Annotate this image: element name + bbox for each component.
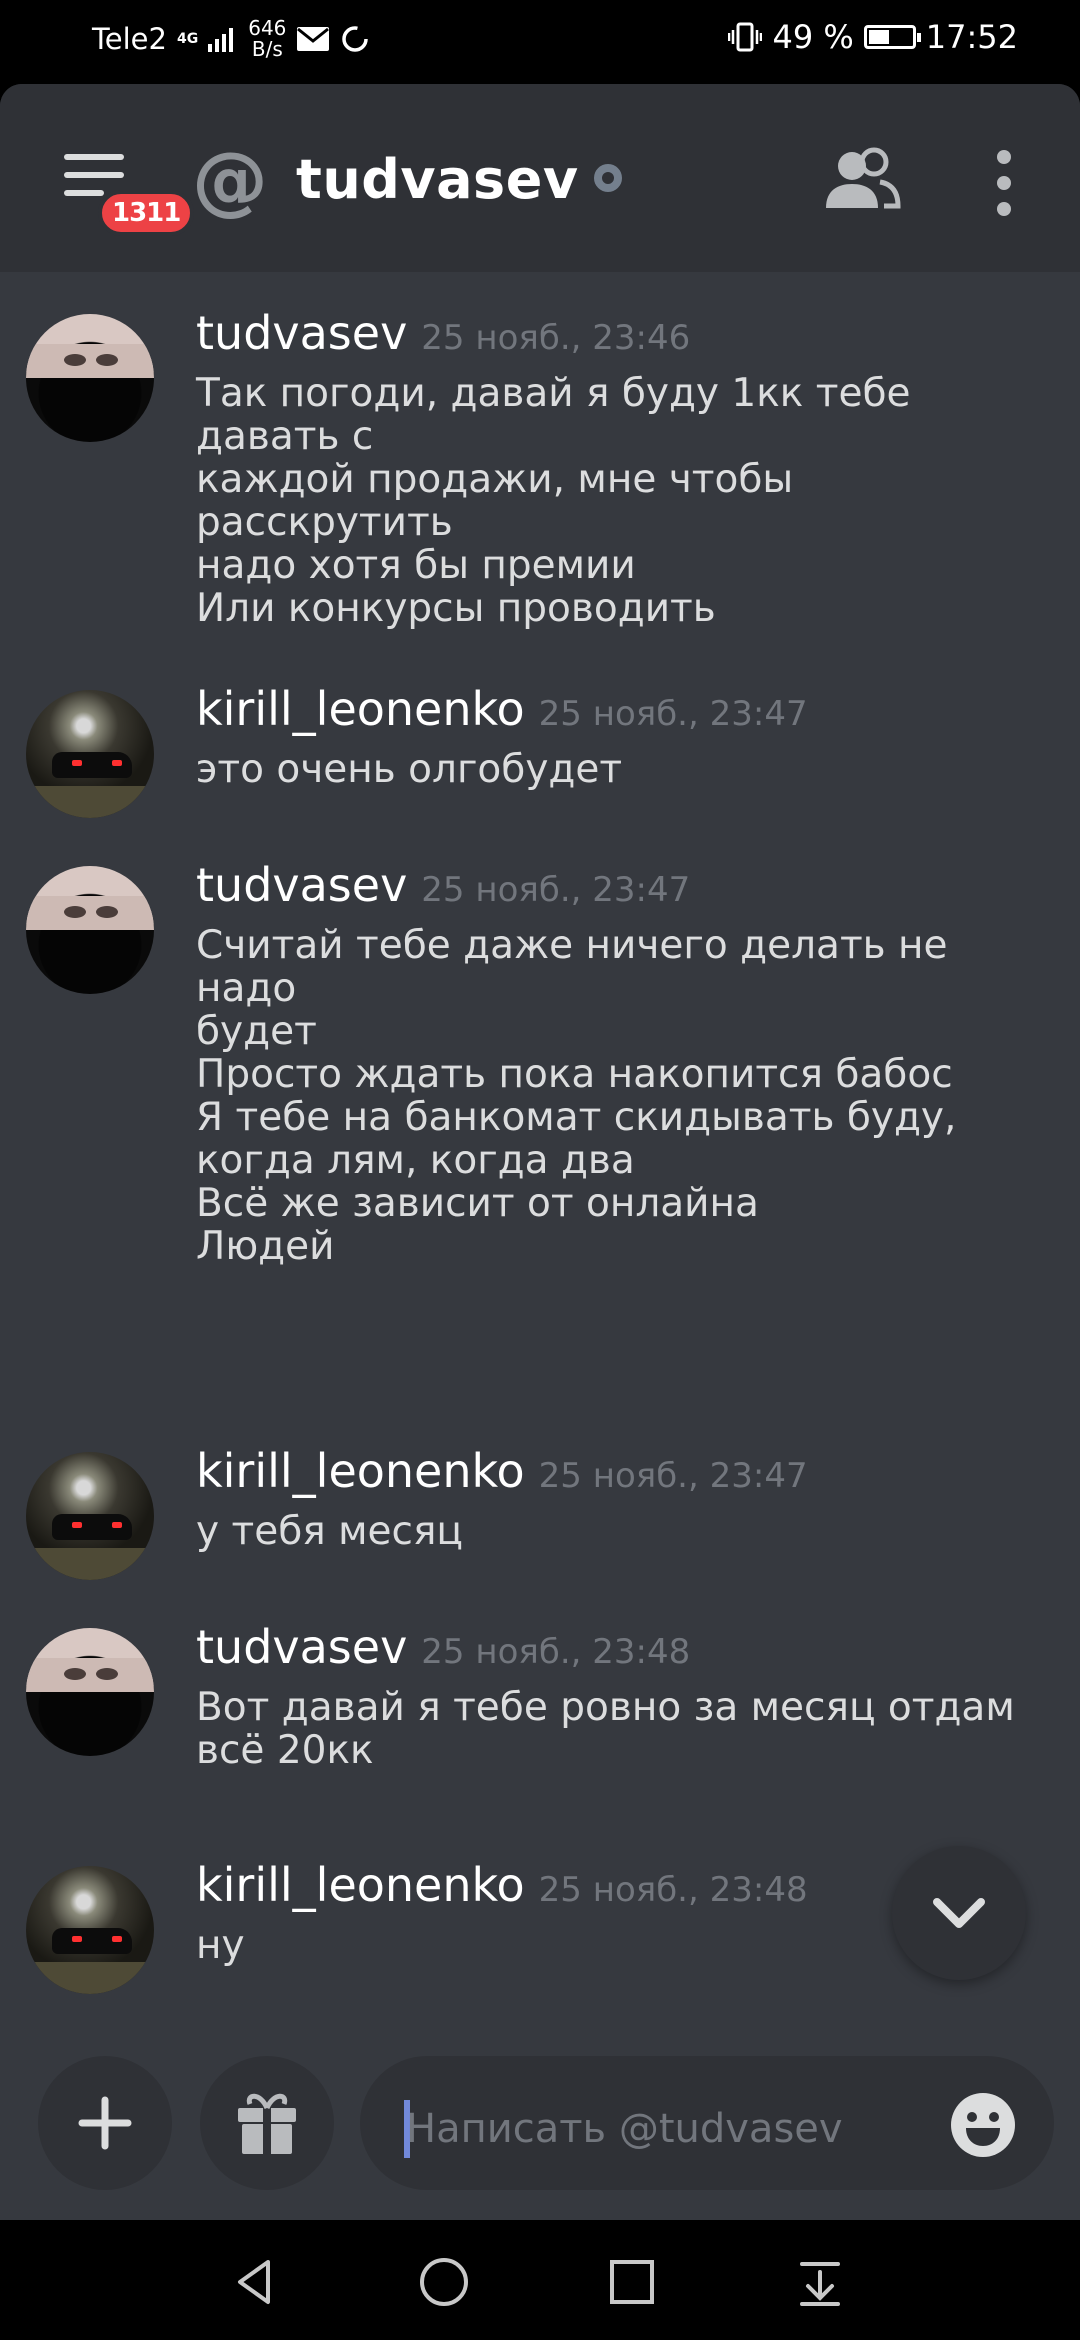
message-timestamp: 25 нояб., 23:46 bbox=[421, 318, 691, 358]
message-author[interactable]: tudvasev bbox=[196, 1620, 407, 1674]
kebab-menu-icon[interactable] bbox=[992, 150, 1016, 220]
plus-icon bbox=[78, 2096, 132, 2150]
channel-header: 1311 @ tudvasev bbox=[0, 84, 1080, 272]
message-timestamp: 25 нояб., 23:48 bbox=[538, 1870, 808, 1910]
recents-icon[interactable] bbox=[604, 2254, 660, 2310]
kebab-dot bbox=[997, 176, 1011, 190]
message-composer: Написать @tudvasev bbox=[0, 2044, 1080, 2220]
message-line: Людей bbox=[196, 1224, 335, 1269]
message-line: это очень олгобудет bbox=[196, 747, 623, 792]
menu-button[interactable]: 1311 bbox=[60, 154, 195, 236]
message-header: kirill_leonenko 25 нояб., 23:48 bbox=[196, 1858, 808, 1912]
mask-avatar[interactable] bbox=[26, 866, 154, 994]
message-content: Считай тебе даже ничего делать не надо б… bbox=[196, 924, 1056, 1268]
message-line: Всё же зависит от онлайна bbox=[196, 1181, 759, 1226]
home-icon[interactable] bbox=[416, 2254, 472, 2310]
car-avatar[interactable] bbox=[26, 690, 154, 818]
message-line: Я тебе на банкомат скидывать буду, bbox=[196, 1095, 957, 1140]
hamburger-line bbox=[64, 190, 104, 196]
gift-button[interactable] bbox=[200, 2056, 334, 2190]
clock: 17:52 bbox=[925, 18, 1018, 56]
vibrate-icon bbox=[728, 22, 763, 52]
message-timestamp: 25 нояб., 23:47 bbox=[421, 870, 691, 910]
message-line: Или конкурсы проводить bbox=[196, 586, 716, 631]
message-content: Вот давай я тебе ровно за месяц отдам вс… bbox=[196, 1686, 1056, 1772]
at-icon: @ bbox=[192, 135, 268, 224]
add-attachment-button[interactable] bbox=[38, 2056, 172, 2190]
network-speed: 646 B/s bbox=[248, 18, 286, 60]
network-speed-value: 646 bbox=[248, 16, 287, 40]
gift-icon bbox=[238, 2093, 296, 2154]
network-type-label: 4G bbox=[176, 31, 199, 47]
message-header: kirill_leonenko 25 нояб., 23:47 bbox=[196, 682, 808, 736]
message-header: tudvasev 25 нояб., 23:46 bbox=[196, 306, 690, 360]
mask-avatar[interactable] bbox=[26, 1628, 154, 1756]
message-author[interactable]: tudvasev bbox=[196, 306, 407, 360]
message-timestamp: 25 нояб., 23:47 bbox=[538, 694, 808, 734]
message-author[interactable]: kirill_leonenko bbox=[196, 1444, 525, 1498]
sync-icon bbox=[342, 26, 369, 52]
message-line: Так погоди, давай я буду 1кк тебе давать… bbox=[196, 371, 911, 459]
message-timestamp: 25 нояб., 23:47 bbox=[538, 1456, 808, 1496]
offline-status-icon bbox=[594, 164, 622, 192]
kebab-dot bbox=[997, 150, 1011, 164]
message-line: будет bbox=[196, 1009, 317, 1054]
message-content: у тебя месяц bbox=[196, 1510, 1056, 1553]
kebab-dot bbox=[997, 202, 1011, 216]
message-line: Считай тебе даже ничего делать не надо bbox=[196, 923, 948, 1011]
mail-icon bbox=[297, 27, 330, 51]
message-input[interactable]: Написать @tudvasev bbox=[360, 2056, 1054, 2190]
message-input-placeholder: Написать @tudvasev bbox=[406, 2106, 843, 2152]
notification-shade-icon[interactable] bbox=[792, 2254, 848, 2310]
status-bar: Tele2 4G 646 B/s 49 % 17:52 bbox=[0, 0, 1080, 84]
carrier-label: Tele2 bbox=[92, 22, 167, 56]
page-title: tudvasev bbox=[296, 148, 579, 211]
message-author[interactable]: kirill_leonenko bbox=[196, 682, 525, 736]
message-author[interactable]: kirill_leonenko bbox=[196, 1858, 525, 1912]
chevron-down-icon bbox=[933, 1898, 985, 1928]
unread-badge: 1311 bbox=[98, 190, 195, 236]
message-line: Вот давай я тебе ровно за месяц отдам bbox=[196, 1685, 1015, 1730]
message-line: надо хотя бы премии bbox=[196, 543, 636, 588]
message-author[interactable]: tudvasev bbox=[196, 858, 407, 912]
battery-icon bbox=[863, 25, 921, 49]
message-line: каждой продажи, мне чтобы расскрутить bbox=[196, 457, 794, 545]
message-header: tudvasev 25 нояб., 23:48 bbox=[196, 1620, 690, 1674]
message-line: когда лям, когда два bbox=[196, 1138, 635, 1183]
dm-screen: 1311 @ tudvasev tudvasev 25 нояб., 23:46 bbox=[0, 84, 1080, 2220]
emoji-icon[interactable] bbox=[950, 2092, 1016, 2158]
message-content: это очень олгобудет bbox=[196, 748, 1056, 791]
message-content: Так погоди, давай я буду 1кк тебе давать… bbox=[196, 372, 1056, 630]
car-avatar[interactable] bbox=[26, 1866, 154, 1994]
hamburger-menu-icon bbox=[64, 154, 124, 160]
status-left: Tele2 4G 646 B/s bbox=[92, 18, 370, 60]
message-header: kirill_leonenko 25 нояб., 23:47 bbox=[196, 1444, 808, 1498]
message-line: Просто ждать пока накопится бабос bbox=[196, 1052, 953, 1097]
system-nav-bar bbox=[0, 2220, 1080, 2340]
scroll-to-bottom-button[interactable] bbox=[892, 1846, 1026, 1980]
hamburger-line bbox=[64, 172, 124, 178]
members-icon[interactable] bbox=[822, 146, 902, 216]
network-type-icon: 4G bbox=[177, 32, 198, 46]
message-header: tudvasev 25 нояб., 23:47 bbox=[196, 858, 690, 912]
mask-avatar[interactable] bbox=[26, 314, 154, 442]
back-icon[interactable] bbox=[228, 2254, 284, 2310]
status-right: 49 % 17:52 bbox=[728, 18, 1018, 56]
message-line: у тебя месяц bbox=[196, 1509, 463, 1554]
battery-percent: 49 % bbox=[772, 18, 854, 56]
car-avatar[interactable] bbox=[26, 1452, 154, 1580]
network-speed-unit: B/s bbox=[251, 37, 283, 61]
message-timestamp: 25 нояб., 23:48 bbox=[421, 1632, 691, 1672]
message-line: всё 20кк bbox=[196, 1728, 374, 1773]
signal-icon bbox=[208, 28, 234, 52]
